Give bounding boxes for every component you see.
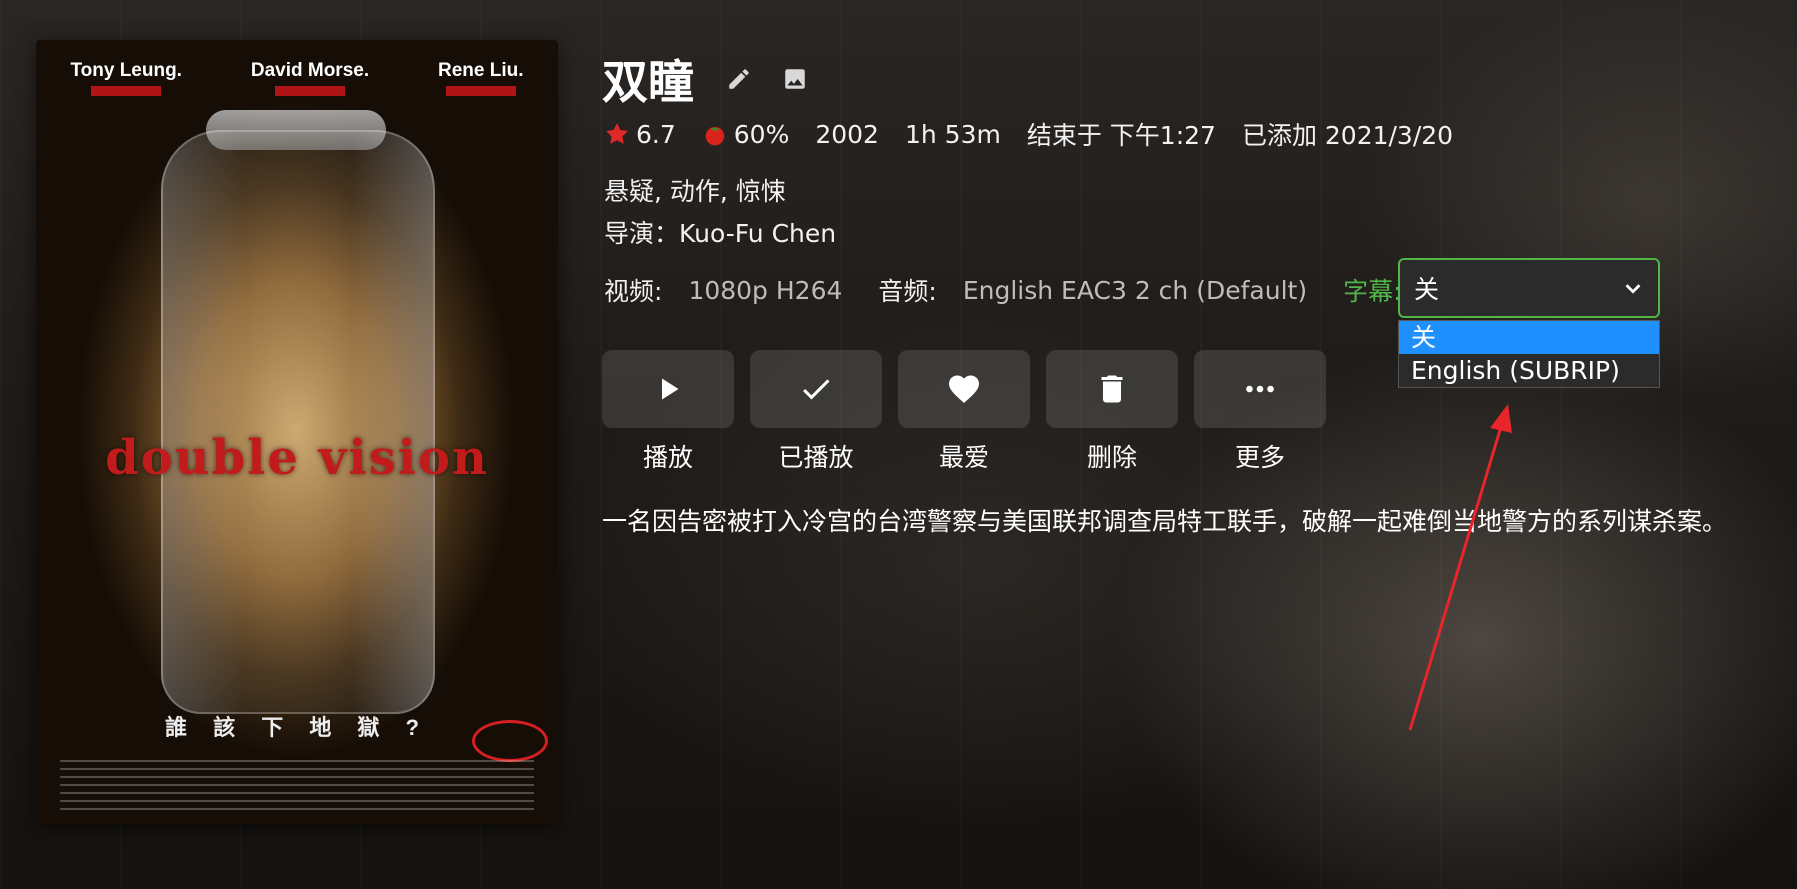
poster-jar <box>161 130 435 714</box>
poster-credits-block <box>60 760 534 810</box>
poster-title-art: double vision <box>105 430 489 486</box>
poster-tagline: 誰 該 下 地 獄 ? <box>164 715 429 740</box>
action-more: 更多 <box>1194 350 1326 474</box>
delete-button[interactable] <box>1046 350 1178 428</box>
delete-label: 删除 <box>1086 443 1137 472</box>
edit-metadata-button[interactable] <box>722 62 756 96</box>
audio-label: 音频: <box>878 277 937 306</box>
subtitle-label: 字幕: <box>1343 277 1402 306</box>
favorite-button[interactable] <box>898 350 1030 428</box>
more-button[interactable] <box>1194 350 1326 428</box>
critic-rating: 60% <box>702 119 790 149</box>
image-icon <box>785 69 805 89</box>
runtime: 1h 53m <box>904 119 1001 149</box>
action-delete: 删除 <box>1046 350 1178 474</box>
trash-icon <box>1101 375 1123 403</box>
play-label: 播放 <box>642 443 693 472</box>
pencil-icon <box>729 69 749 89</box>
subtitle-dropdown-list: 关 English (SUBRIP) <box>1398 320 1660 388</box>
heart-icon <box>949 375 979 404</box>
chevron-down-icon <box>1625 284 1641 294</box>
overview-text: 一名因告密被打入冷宫的台湾警察与美国联邦调查局特工联手，破解一起难倒当地警方的系… <box>602 507 1728 536</box>
more-label: 更多 <box>1234 443 1285 472</box>
play-icon <box>662 378 679 400</box>
poster-cast-1: Tony Leung. <box>70 60 182 81</box>
subtitle-selected-value: 关 <box>1414 275 1440 304</box>
audio-value: English EAC3 2 ch (Default) <box>962 275 1308 305</box>
release-year: 2002 <box>815 119 879 149</box>
poster-cast-2: David Morse. <box>250 60 370 81</box>
item-title: 双瞳 <box>602 55 694 109</box>
video-value: 1080p H264 <box>688 275 843 305</box>
favorite-label: 最爱 <box>938 443 989 472</box>
media-info-row: 视频: 1080p H264 音频: English EAC3 2 ch (De… <box>604 272 1428 308</box>
subtitle-option-english[interactable]: English (SUBRIP) <box>1399 354 1659 387</box>
action-favorite: 最爱 <box>898 350 1030 474</box>
subtitle-option-off[interactable]: 关 <box>1399 321 1659 354</box>
title-row: 双瞳 <box>602 46 812 112</box>
poster-cast-3: Rene Liu. <box>438 60 524 81</box>
action-played: 已播放 <box>750 350 882 474</box>
action-buttons: 播放 已播放 最爱 删除 更多 <box>602 350 1342 474</box>
more-icon <box>1246 385 1274 393</box>
play-button[interactable] <box>602 350 734 428</box>
edit-images-button[interactable] <box>778 62 812 96</box>
meta-row: 6.7 60% 2002 1h 53m 结束于 下午1:27 已添加 2021/… <box>604 116 1479 152</box>
video-label: 视频: <box>604 277 663 306</box>
community-rating: 6.7 <box>604 120 676 149</box>
star-icon <box>606 123 628 144</box>
critic-rating-value: 60% <box>733 119 790 149</box>
director[interactable]: 导演：Kuo-Fu Chen <box>604 214 836 250</box>
ends-at: 结束于 下午1:27 <box>1026 121 1216 150</box>
movie-poster[interactable]: Tony Leung. David Morse. Rene Liu. doubl… <box>36 40 558 824</box>
mark-played-button[interactable] <box>750 350 882 428</box>
genres[interactable]: 悬疑, 动作, 惊悚 <box>604 172 786 208</box>
rating-value: 6.7 <box>636 119 676 149</box>
tomato-icon <box>705 126 724 146</box>
subtitle-select[interactable]: 关 <box>1398 258 1660 318</box>
date-added: 已添加 2021/3/20 <box>1241 121 1454 150</box>
action-play: 播放 <box>602 350 734 474</box>
played-label: 已播放 <box>778 443 854 472</box>
check-icon <box>803 379 830 400</box>
poster-cast: Tony Leung. David Morse. Rene Liu. <box>36 60 558 96</box>
